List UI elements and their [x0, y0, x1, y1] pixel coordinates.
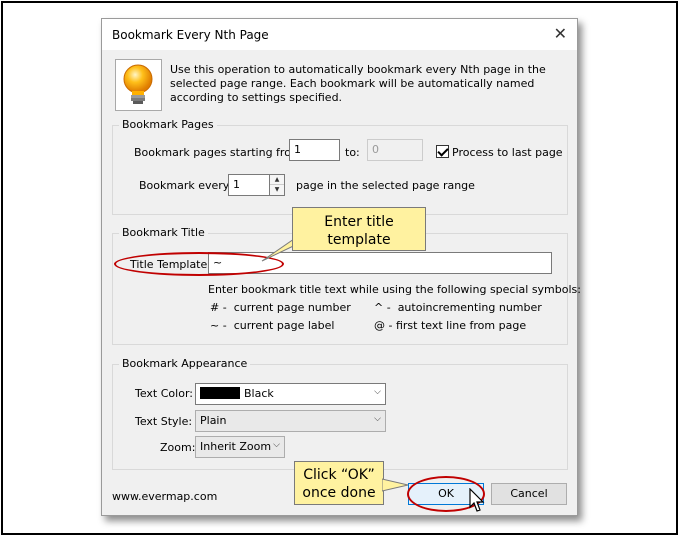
ok-callout: Click “OK” once done: [294, 461, 384, 505]
lightbulb-icon: [115, 59, 162, 111]
every-n-stepper[interactable]: ▲ ▼: [270, 174, 285, 196]
start-page-input[interactable]: 1: [289, 139, 340, 161]
text-color-value: Black: [244, 387, 274, 400]
website-link[interactable]: www.evermap.com: [112, 490, 217, 503]
bookmark-appearance-label: Bookmark Appearance: [119, 357, 251, 370]
close-icon[interactable]: ✕: [554, 24, 567, 44]
bookmark-every-label: Bookmark every: [139, 179, 230, 192]
text-style-label: Text Style:: [135, 415, 193, 428]
title-callout: Enter title template: [292, 207, 426, 251]
process-last-label: Process to last page: [452, 146, 563, 159]
every-suffix-label: page in the selected page range: [296, 179, 475, 192]
process-last-checkbox[interactable]: [436, 145, 449, 158]
dialog-title: Bookmark Every Nth Page: [112, 28, 269, 42]
chevron-down-icon: ⌵: [374, 414, 381, 424]
color-swatch: [200, 387, 240, 399]
symbol-hash: # - current page number: [210, 301, 351, 314]
zoom-label: Zoom:: [160, 441, 196, 454]
text-style-select[interactable]: Plain ⌵: [195, 410, 386, 432]
text-style-value: Plain: [200, 414, 227, 427]
title-bar: Bookmark Every Nth Page ✕: [102, 19, 577, 50]
chevron-down-icon: ⌵: [273, 440, 280, 450]
end-page-input[interactable]: 0: [367, 139, 423, 161]
mouse-cursor-icon: [469, 488, 485, 512]
intro-text: Use this operation to automatically book…: [170, 63, 546, 104]
stepper-up-icon[interactable]: ▲: [270, 175, 284, 185]
bookmark-pages-group: [112, 125, 568, 215]
every-n-input[interactable]: 1: [228, 174, 270, 196]
chevron-down-icon: ⌵: [374, 387, 381, 397]
stepper-down-icon[interactable]: ▼: [270, 185, 284, 195]
title-help-text: Enter bookmark title text while using th…: [208, 283, 581, 296]
bookmark-nth-page-dialog: Bookmark Every Nth Page ✕ Use this opera…: [101, 18, 581, 516]
start-from-label: Bookmark pages starting from:: [134, 146, 306, 159]
zoom-select[interactable]: Inherit Zoom ⌵: [195, 436, 285, 458]
symbol-tilde: ~ - current page label: [210, 319, 335, 332]
cancel-button[interactable]: Cancel: [491, 483, 567, 505]
bookmark-title-label: Bookmark Title: [119, 226, 208, 239]
text-color-select[interactable]: Black ⌵: [195, 383, 386, 405]
symbol-caret: ^ - autoincrementing number: [374, 301, 542, 314]
symbol-at: @ - first text line from page: [374, 319, 527, 332]
bookmark-pages-label: Bookmark Pages: [119, 118, 217, 131]
to-label: to:: [345, 146, 360, 159]
text-color-label: Text Color:: [135, 387, 193, 400]
zoom-value: Inherit Zoom: [200, 440, 272, 453]
